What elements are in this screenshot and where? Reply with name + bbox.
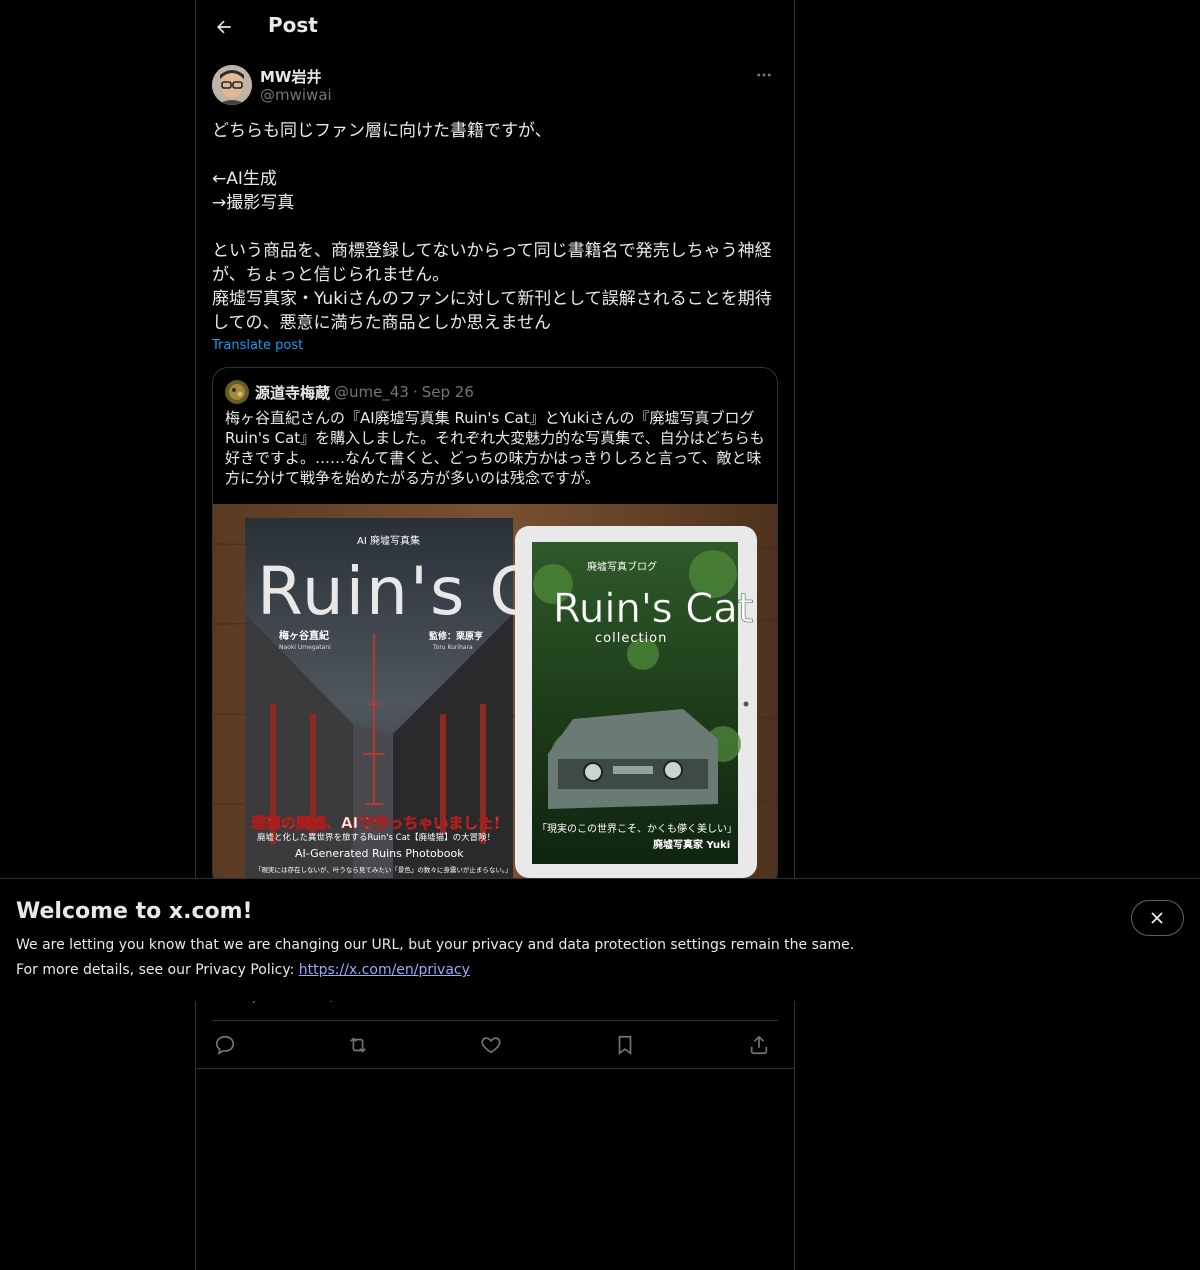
- reply-icon: [215, 1035, 235, 1055]
- banner-message: We are letting you know that we are chan…: [16, 937, 855, 953]
- right-book-series-label: 廃墟写真ブログ: [587, 560, 657, 573]
- left-book-supervisor-en: Toru Kurihara: [432, 644, 473, 651]
- divider: [196, 1068, 794, 1069]
- quoted-post[interactable]: 源道寺梅蔵 @ume_43 · Sep 26 梅ヶ谷直紀さんの『AI廃墟写真集 …: [212, 367, 778, 889]
- banner-title: Welcome to x.com!: [16, 899, 253, 924]
- post-text: どちらも同じファン層に向けた書籍ですが、 ←AI生成 →撮影写真 という商品を、…: [212, 121, 772, 333]
- left-book-author-jp: 梅ヶ谷直紀: [279, 629, 329, 642]
- main-column: Post MW岩井 @mwiwai どちらも同じファン層に向けた書籍ですが、 ←…: [195, 0, 795, 1270]
- page-title: Post: [268, 13, 318, 37]
- right-book-subtitle: collection: [595, 631, 667, 646]
- bookmark-icon: [618, 1035, 632, 1055]
- action-bar: [212, 1030, 778, 1060]
- banner-policy-prefix: For more details, see our Privacy Policy…: [16, 962, 299, 978]
- privacy-policy-link[interactable]: https://x.com/en/privacy: [299, 962, 470, 978]
- quote-text: 梅ヶ谷直紀さんの『AI廃墟写真集 Ruin's Cat』とYukiさんの『廃墟写…: [225, 409, 765, 487]
- share-button[interactable]: [746, 1032, 772, 1058]
- share-icon: [750, 1035, 768, 1055]
- left-book-footer: 「現実には存在しないが、叶うなら見てみたい「景色」の数々に身震いが止まらない。」: [255, 865, 512, 874]
- post-author: MW岩井 @mwiwai: [212, 64, 778, 108]
- quote-avatar: [225, 380, 249, 404]
- top-bar: Post: [196, 0, 794, 54]
- left-book-series-label: AI 廃墟写真集: [357, 534, 420, 547]
- quote-header: 源道寺梅蔵 @ume_43 · Sep 26: [225, 380, 478, 404]
- banner-policy-line: For more details, see our Privacy Policy…: [16, 962, 470, 978]
- back-button[interactable]: [210, 13, 238, 41]
- url-change-banner: Welcome to x.com! We are letting you kno…: [0, 878, 1200, 1001]
- left-book-subline: 廃墟と化した異世界を旅するRuin's Cat【廃墟猫】の大冒険！: [257, 832, 495, 843]
- left-book-supervisor-jp: 監修：栗原亨: [429, 630, 483, 642]
- more-dots-icon: [757, 73, 771, 77]
- quote-date: Sep 26: [421, 383, 474, 401]
- like-button[interactable]: [478, 1032, 504, 1058]
- right-book-credit: 廃墟写真家 Yuki: [653, 838, 730, 851]
- left-book-headline: 理想の廃墟、AIで作っちゃいました！: [251, 814, 508, 832]
- right-book-quote-line: 「現実のこの世界こそ、かくも儚く美しい」: [537, 822, 737, 835]
- repost-button[interactable]: [345, 1032, 371, 1058]
- author-name[interactable]: MW岩井: [260, 66, 321, 87]
- more-button[interactable]: [750, 64, 778, 86]
- heart-icon: [481, 1037, 501, 1054]
- quote-author-handle: @ume_43: [334, 383, 409, 401]
- banner-close-button[interactable]: [1131, 900, 1184, 936]
- author-handle[interactable]: @mwiwai: [260, 86, 332, 104]
- quote-author-name: 源道寺梅蔵: [255, 383, 331, 402]
- right-book-title: Ruin's Cat: [553, 586, 754, 632]
- close-icon: [1151, 912, 1163, 924]
- translate-post-link[interactable]: Translate post: [212, 338, 303, 353]
- quote-media-image[interactable]: AI 廃墟写真集 Ruin's Cat 梅ヶ谷直紀 Naoki Umegatan…: [213, 504, 777, 888]
- avatar[interactable]: [212, 65, 252, 105]
- left-book-author-en: Naoki Umegatani: [279, 644, 331, 651]
- back-arrow-icon: [217, 20, 231, 34]
- repost-icon: [350, 1037, 366, 1053]
- bookmark-button[interactable]: [612, 1032, 638, 1058]
- divider: [212, 1020, 778, 1021]
- left-book-en-subtitle: AI-Generated Ruins Photobook: [295, 847, 464, 860]
- reply-button[interactable]: [212, 1032, 238, 1058]
- quote-separator: ·: [412, 383, 418, 401]
